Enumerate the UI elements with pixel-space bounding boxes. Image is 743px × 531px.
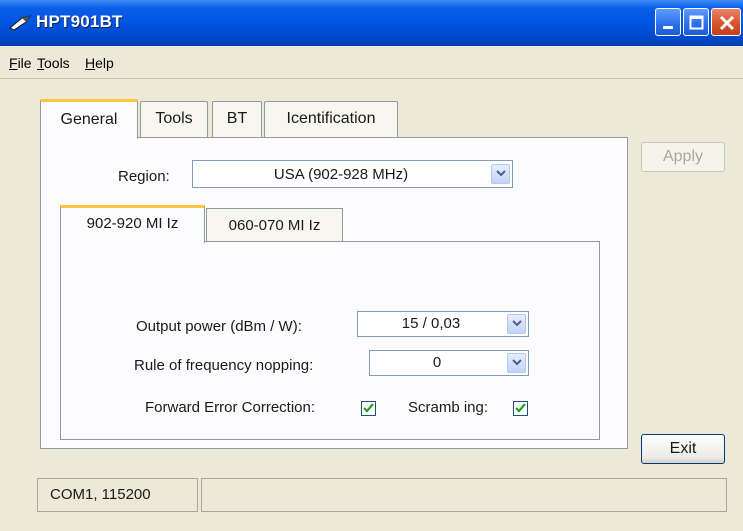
chevron-down-icon[interactable] bbox=[507, 353, 526, 373]
hopping-label: Rule of frequency nopping: bbox=[134, 357, 314, 374]
chevron-down-icon[interactable] bbox=[507, 314, 526, 334]
tab-identification[interactable]: Icentification bbox=[264, 101, 398, 137]
menu-file[interactable]: File bbox=[9, 55, 32, 71]
status-message bbox=[201, 478, 727, 512]
region-value: USA (902-928 MHz) bbox=[273, 166, 409, 183]
status-bar: COM1, 115200 bbox=[0, 468, 743, 531]
maximize-icon bbox=[689, 15, 704, 30]
title-bar[interactable]: HPT901BT bbox=[0, 0, 743, 46]
subtab-902-920[interactable]: 902-920 MI Iz bbox=[60, 205, 205, 243]
fec-label: Forward Error Correction: bbox=[145, 399, 316, 416]
output-power-label: Output power (dBm / W): bbox=[136, 318, 302, 335]
menu-bar: File Tools Help bbox=[0, 48, 743, 79]
maximize-button[interactable] bbox=[683, 8, 709, 36]
status-port: COM1, 115200 bbox=[37, 478, 198, 512]
apply-button[interactable]: Apply bbox=[641, 142, 725, 172]
minimize-icon bbox=[663, 26, 673, 29]
menu-help[interactable]: Help bbox=[85, 55, 114, 71]
hopping-select[interactable]: 0 bbox=[369, 350, 529, 376]
fec-checkbox[interactable] bbox=[361, 401, 376, 416]
exit-button[interactable]: Exit bbox=[641, 434, 725, 464]
tab-bt[interactable]: BT bbox=[212, 101, 262, 137]
window-title: HPT901BT bbox=[36, 12, 123, 31]
checkmark-icon bbox=[515, 403, 526, 413]
app-window: HPT901BT File Tools Help General Tools B… bbox=[0, 0, 743, 531]
app-icon bbox=[9, 15, 32, 31]
minimize-button[interactable] bbox=[655, 8, 681, 36]
chevron-down-icon[interactable] bbox=[491, 164, 510, 184]
checkmark-icon bbox=[363, 403, 374, 413]
close-button[interactable] bbox=[711, 8, 741, 36]
menu-tools[interactable]: Tools bbox=[37, 55, 70, 71]
tab-general[interactable]: General bbox=[40, 99, 138, 139]
tab-tools[interactable]: Tools bbox=[140, 101, 208, 137]
scrambling-label: Scramb ing: bbox=[408, 399, 489, 416]
subtab-860-870[interactable]: 060-070 MI Iz bbox=[206, 208, 343, 242]
close-icon bbox=[719, 15, 735, 31]
region-label: Region: bbox=[118, 168, 170, 185]
region-select[interactable]: USA (902-928 MHz) bbox=[192, 160, 513, 188]
output-power-value: 15 / 0,03 bbox=[401, 315, 461, 332]
hopping-value: 0 bbox=[432, 354, 442, 371]
scrambling-checkbox[interactable] bbox=[513, 401, 528, 416]
output-power-select[interactable]: 15 / 0,03 bbox=[357, 311, 529, 337]
